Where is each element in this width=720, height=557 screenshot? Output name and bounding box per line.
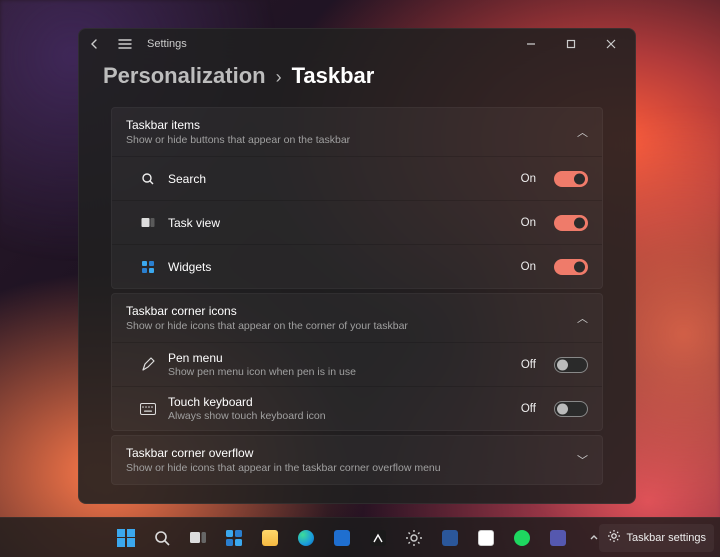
chevron-down-icon: ﹀ xyxy=(577,452,588,468)
word-icon[interactable] xyxy=(434,522,466,554)
section-corner-overflow: Taskbar corner overflow Show or hide ico… xyxy=(111,435,603,485)
edge-icon[interactable] xyxy=(290,522,322,554)
toggle-state: Off xyxy=(521,403,536,415)
chevron-up-icon: ︿ xyxy=(577,124,588,140)
spotify-icon[interactable] xyxy=(506,522,538,554)
section-corner-icons: Taskbar corner icons Show or hide icons … xyxy=(111,293,603,431)
row-pen-menu: Pen menu Show pen menu icon when pen is … xyxy=(112,342,602,386)
section-header-taskbar-items[interactable]: Taskbar items Show or hide buttons that … xyxy=(112,108,602,156)
section-subtitle: Show or hide icons that appear on the co… xyxy=(126,320,577,332)
section-title: Taskbar items xyxy=(126,118,577,132)
taskview-icon xyxy=(140,215,156,231)
row-search: Search On xyxy=(112,156,602,200)
window-title: Settings xyxy=(147,38,187,50)
teams-icon[interactable] xyxy=(542,522,574,554)
section-subtitle: Show or hide buttons that appear on the … xyxy=(126,134,577,146)
toggle-state: On xyxy=(521,173,536,185)
widgets-icon xyxy=(140,259,156,275)
taskbar: Taskbar settings xyxy=(0,517,720,557)
outlook-icon[interactable] xyxy=(326,522,358,554)
back-button[interactable] xyxy=(83,32,107,56)
start-icon[interactable] xyxy=(110,522,142,554)
window-controls xyxy=(511,30,631,58)
notification-pill[interactable]: Taskbar settings xyxy=(599,524,714,552)
breadcrumb: Personalization › Taskbar xyxy=(79,59,635,101)
row-sublabel: Always show touch keyboard icon xyxy=(168,410,509,422)
settings-window: Settings Personalization › Taskbar Taskb… xyxy=(78,28,636,504)
toggle-pen-menu[interactable] xyxy=(554,357,588,373)
minimize-button[interactable] xyxy=(511,30,551,58)
section-header-overflow[interactable]: Taskbar corner overflow Show or hide ico… xyxy=(112,436,602,484)
toggle-search[interactable] xyxy=(554,171,588,187)
section-subtitle: Show or hide icons that appear in the ta… xyxy=(126,462,577,474)
settings-content: Taskbar items Show or hide buttons that … xyxy=(79,101,635,503)
widgets-icon[interactable] xyxy=(218,522,250,554)
chevron-right-icon: › xyxy=(276,67,282,88)
close-button[interactable] xyxy=(591,30,631,58)
notification-label: Taskbar settings xyxy=(627,532,706,544)
taskview-icon[interactable] xyxy=(182,522,214,554)
row-widgets: Widgets On xyxy=(112,244,602,288)
row-touch-keyboard: Touch keyboard Always show touch keyboar… xyxy=(112,386,602,430)
toggle-state: On xyxy=(521,261,536,273)
settings-icon[interactable] xyxy=(398,522,430,554)
row-sublabel: Show pen menu icon when pen is in use xyxy=(168,366,509,378)
chevron-up-icon: ︿ xyxy=(577,310,588,326)
row-label: Pen menu xyxy=(168,351,509,365)
row-label: Search xyxy=(168,172,509,186)
section-title: Taskbar corner icons xyxy=(126,304,577,318)
row-label: Widgets xyxy=(168,260,509,274)
taskbar-center xyxy=(110,522,610,554)
row-label: Touch keyboard xyxy=(168,395,509,409)
toggle-touch-keyboard[interactable] xyxy=(554,401,588,417)
rise-icon[interactable] xyxy=(362,522,394,554)
toggle-state: Off xyxy=(521,359,536,371)
calendar-icon[interactable] xyxy=(470,522,502,554)
maximize-button[interactable] xyxy=(551,30,591,58)
toggle-taskview[interactable] xyxy=(554,215,588,231)
row-taskview: Task view On xyxy=(112,200,602,244)
section-header-corner-icons[interactable]: Taskbar corner icons Show or hide icons … xyxy=(112,294,602,342)
explorer-icon[interactable] xyxy=(254,522,286,554)
toggle-widgets[interactable] xyxy=(554,259,588,275)
keyboard-icon xyxy=(140,401,156,417)
pen-icon xyxy=(140,357,156,373)
row-label: Task view xyxy=(168,216,509,230)
hamburger-button[interactable] xyxy=(113,32,137,56)
breadcrumb-current: Taskbar xyxy=(292,63,375,89)
gear-icon xyxy=(607,529,621,546)
toggle-state: On xyxy=(521,217,536,229)
breadcrumb-parent[interactable]: Personalization xyxy=(103,63,266,89)
section-title: Taskbar corner overflow xyxy=(126,446,577,460)
section-taskbar-items: Taskbar items Show or hide buttons that … xyxy=(111,107,603,289)
search-icon xyxy=(140,171,156,187)
titlebar: Settings xyxy=(79,29,635,59)
search-icon[interactable] xyxy=(146,522,178,554)
